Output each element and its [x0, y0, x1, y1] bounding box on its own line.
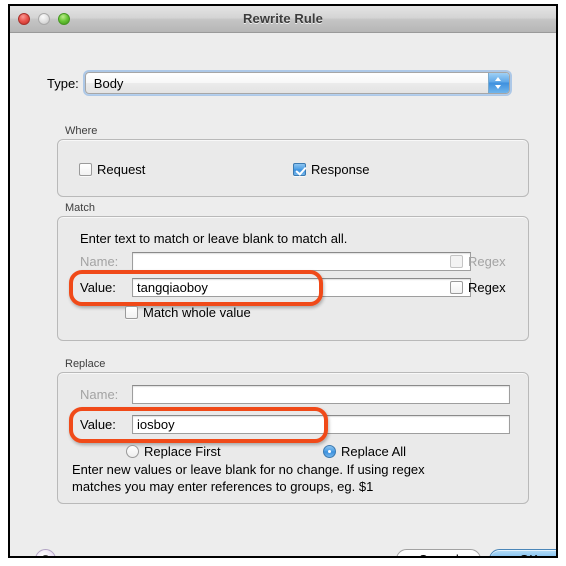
match-group-label: Match: [65, 202, 95, 214]
match-value-input[interactable]: tangqiaoboy: [132, 278, 471, 297]
replace-value-input[interactable]: iosboy: [132, 415, 510, 434]
match-value-regex-checkbox[interactable]: [450, 281, 463, 294]
replace-name-label: Name:: [80, 387, 119, 402]
match-whole-value-checkbox[interactable]: [125, 306, 138, 319]
replace-hint-line2: matches you may enter references to grou…: [72, 479, 374, 494]
replace-first-radio-row[interactable]: Replace First: [126, 444, 221, 459]
match-value-regex-row[interactable]: Regex: [450, 280, 506, 295]
replace-first-radio[interactable]: [126, 445, 139, 458]
match-hint-text: Enter text to match or leave blank to ma…: [80, 231, 348, 246]
match-whole-value-label: Match whole value: [143, 305, 251, 320]
replace-name-input[interactable]: [132, 385, 510, 404]
cancel-button[interactable]: Cancel: [396, 549, 481, 556]
type-label: Type:: [47, 75, 79, 91]
match-whole-value-row[interactable]: Match whole value: [125, 305, 251, 320]
replace-all-radio-row[interactable]: Replace All: [323, 444, 406, 459]
match-value-regex-label: Regex: [468, 280, 506, 295]
help-button[interactable]: ?: [35, 549, 56, 556]
replace-value-row: Value: iosboy: [80, 415, 510, 434]
response-label: Response: [311, 162, 370, 177]
response-checkbox-row[interactable]: Response: [293, 162, 370, 177]
replace-all-radio[interactable]: [323, 445, 336, 458]
match-name-regex-label: Regex: [468, 254, 506, 269]
match-name-regex-row: Regex: [450, 254, 506, 269]
response-checkbox[interactable]: [293, 163, 306, 176]
type-popup-button[interactable]: Body: [84, 72, 510, 94]
dialog-content: Type: Body Where Request Response Match …: [10, 33, 556, 556]
replace-hint-line1: Enter new values or leave blank for no c…: [72, 462, 425, 477]
chevron-updown-icon: [487, 73, 509, 93]
window-titlebar: Rewrite Rule: [10, 6, 556, 33]
match-name-label: Name:: [80, 254, 119, 269]
match-name-row: Name:: [80, 252, 471, 271]
match-name-regex-checkbox: [450, 255, 463, 268]
ok-button[interactable]: OK: [489, 549, 556, 556]
match-value-row: Value: tangqiaoboy: [80, 278, 471, 297]
request-checkbox-row[interactable]: Request: [79, 162, 145, 177]
replace-group-label: Replace: [65, 358, 106, 370]
rewrite-rule-window: Rewrite Rule Type: Body Where Request Re…: [8, 4, 558, 558]
type-popup-value: Body: [93, 76, 124, 91]
where-group-label: Where: [65, 125, 98, 137]
request-label: Request: [97, 162, 146, 177]
replace-all-label: Replace All: [341, 444, 407, 459]
replace-first-label: Replace First: [144, 444, 221, 459]
request-checkbox[interactable]: [79, 163, 92, 176]
type-row: Type: Body: [47, 72, 510, 94]
replace-value-label: Value:: [80, 417, 116, 432]
match-name-input[interactable]: [132, 252, 471, 271]
match-value-label: Value:: [80, 280, 116, 295]
replace-name-row: Name:: [80, 385, 510, 404]
window-title: Rewrite Rule: [243, 11, 323, 26]
